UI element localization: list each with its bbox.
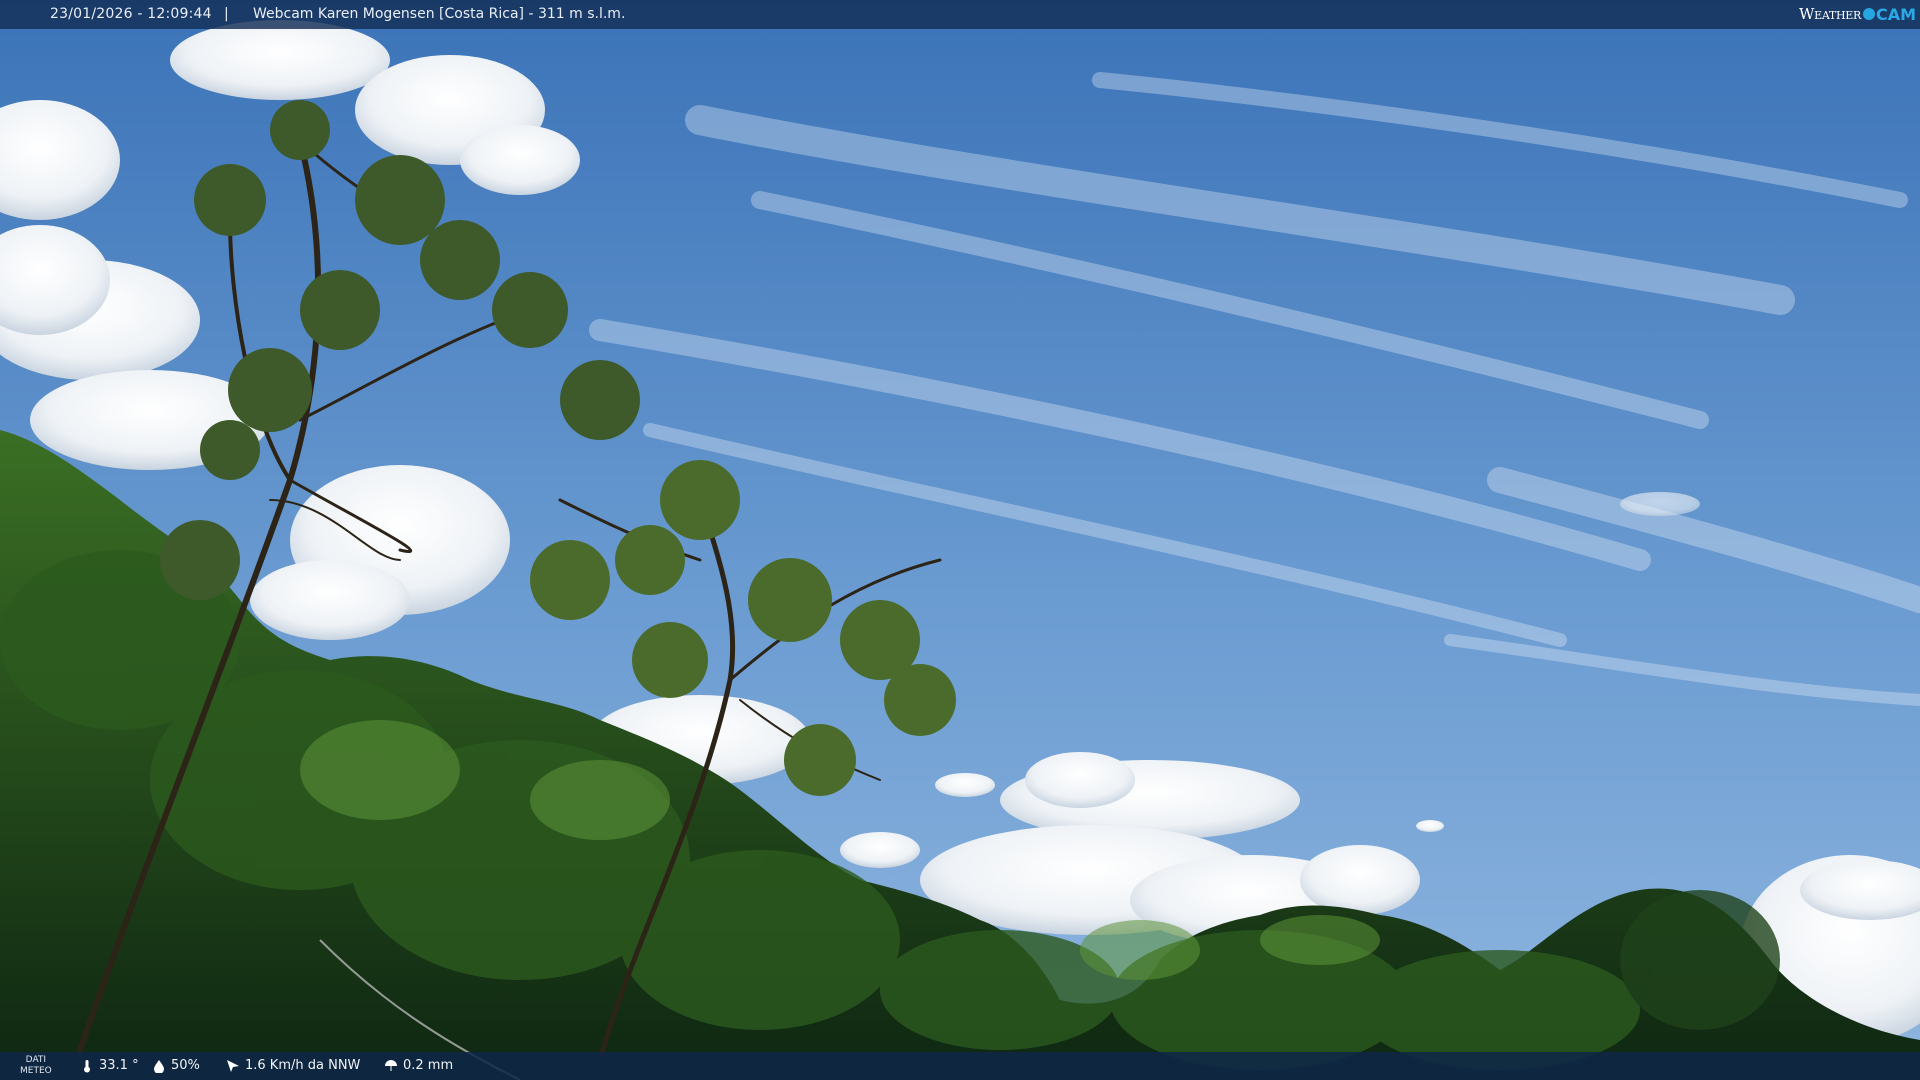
header-separator: | <box>224 6 229 22</box>
logo-dot-icon <box>1862 8 1875 20</box>
webcam-image <box>0 0 1920 1080</box>
weather-data-label: DATI METEO <box>20 1055 52 1076</box>
humidity-readout: 50% <box>152 1058 200 1073</box>
wind-direction-icon <box>227 1059 239 1072</box>
temperature-value: 33.1 ° <box>99 1058 139 1073</box>
weather-data-bar: DATI METEO 33.1 ° 50% 1.6 Km/h da NNW 0.… <box>0 1052 1920 1080</box>
webcam-title: Webcam Karen Mogensen [Costa Rica] - 311… <box>253 6 626 22</box>
wind-value: 1.6 Km/h da NNW <box>245 1058 361 1073</box>
rain-readout: 0.2 mm <box>384 1058 453 1073</box>
wind-readout: 1.6 Km/h da NNW <box>226 1058 360 1073</box>
rain-icon <box>385 1059 397 1071</box>
logo-cam-text: CAM <box>1875 4 1916 24</box>
header-bar: 23/01/2026 - 12:09:44 | Webcam Karen Mog… <box>0 0 1920 29</box>
thermometer-icon <box>84 1059 90 1072</box>
temperature-readout: 33.1 ° <box>80 1058 139 1073</box>
rain-value: 0.2 mm <box>403 1058 454 1073</box>
humidity-value: 50% <box>171 1058 200 1073</box>
droplet-icon <box>154 1059 164 1073</box>
weathercam-logo[interactable]: Weather CAM <box>1799 2 1916 26</box>
timestamp: 23/01/2026 - 12:09:44 <box>50 6 212 22</box>
logo-weather-text: Weather <box>1799 5 1861 23</box>
